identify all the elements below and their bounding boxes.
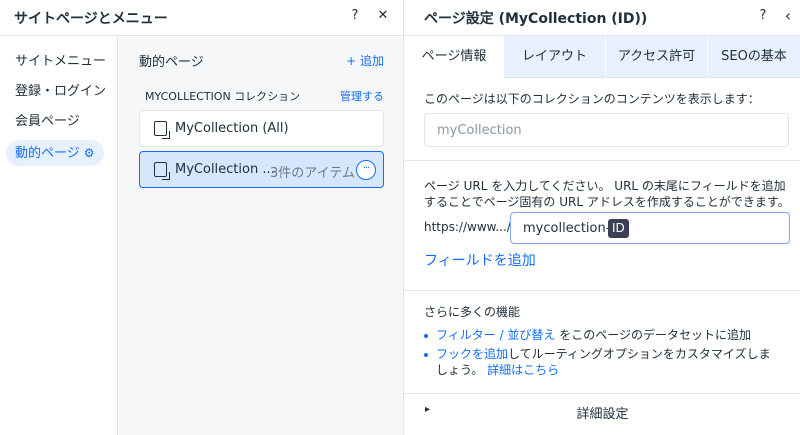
url-description-line2: することでページ固有の URL アドレスを作成することができます。 bbox=[424, 195, 790, 209]
filter-sort-text: をこのページのデータセットに追加 bbox=[559, 328, 752, 342]
more-features-title: さらに多くの機能 bbox=[424, 305, 521, 319]
manage-collection-link[interactable]: 管理する bbox=[340, 88, 384, 104]
sidebar-item-label: 登録・ログイン bbox=[15, 84, 107, 99]
right-panel-header: ページ設定 (MyCollection (ID)) ? ‹ bbox=[405, 0, 800, 36]
url-id-token[interactable]: ID bbox=[608, 219, 629, 238]
page-item-count: 3件のアイテム bbox=[270, 166, 355, 181]
divider bbox=[405, 290, 800, 291]
url-prefix: https://www.../ bbox=[424, 220, 511, 234]
collection-info-text: このページは以下のコレクションのコンテンツを表示します： bbox=[424, 92, 760, 106]
add-field-link[interactable]: フィールドを追加 bbox=[424, 250, 536, 270]
feature-bullet-hooks-continued: しょう。 詳細はこちら bbox=[424, 362, 559, 379]
learn-more-link[interactable]: 詳細はこちら bbox=[487, 363, 559, 377]
gear-icon[interactable]: ⚙ bbox=[84, 140, 95, 166]
url-description-line1: ページ URL を入力してください。 URL の末尾にフィールドを追加 bbox=[424, 179, 786, 193]
sidebar-item-site-menu[interactable]: サイトメニュー bbox=[6, 49, 115, 75]
site-pages-panel: サイトページとメニュー ? ✕ サイトメニュー 登録・ログイン 会員ページ 動的… bbox=[0, 0, 404, 435]
left-panel-header: サイトページとメニュー ? ✕ bbox=[0, 0, 403, 36]
collection-field-value: myCollection bbox=[437, 123, 522, 138]
help-icon[interactable]: ? bbox=[347, 8, 363, 23]
hooks-text-line1: してルーティングオプションをカスタマイズしま bbox=[508, 347, 771, 361]
tab-permissions[interactable]: アクセス許可 bbox=[606, 36, 708, 78]
add-page-link[interactable]: + 追加 bbox=[346, 52, 384, 69]
collection-section: このページは以下のコレクションのコンテンツを表示します： myCollectio… bbox=[405, 79, 800, 161]
sidebar-item-member-pages[interactable]: 会員ページ bbox=[6, 109, 89, 135]
bullet-dot bbox=[424, 353, 428, 357]
panel-title: サイトページとメニュー bbox=[14, 11, 168, 27]
settings-title: ページ設定 (MyCollection (ID)) bbox=[424, 11, 648, 27]
page-card-name: MyCollection (All) bbox=[175, 121, 289, 136]
hooks-text-line2: しょう。 bbox=[436, 363, 484, 377]
sidebar-item-label: サイトメニュー bbox=[15, 54, 107, 69]
close-icon[interactable]: ✕ bbox=[375, 8, 391, 23]
collection-label: MYCOLLECTION コレクション bbox=[145, 90, 301, 103]
advanced-settings-toggle[interactable]: ▸ 詳細設定 bbox=[405, 393, 800, 427]
section-title: 動的ページ bbox=[139, 55, 204, 70]
url-slug-input[interactable]: mycollection-1/ ID bbox=[510, 212, 790, 244]
bullet-dot bbox=[424, 334, 428, 338]
dynamic-pages-content: 動的ページ + 追加 MYCOLLECTION コレクション 管理する MyCo… bbox=[119, 37, 403, 435]
back-icon[interactable]: ‹ bbox=[780, 6, 796, 25]
page-settings-panel: ページ設定 (MyCollection (ID)) ? ‹ ページ情報 レイアウ… bbox=[405, 0, 800, 435]
tab-layout[interactable]: レイアウト bbox=[504, 36, 606, 78]
dynamic-page-icon bbox=[154, 121, 170, 139]
collection-field: myCollection bbox=[424, 113, 789, 147]
tab-seo[interactable]: SEOの基本 bbox=[708, 36, 800, 78]
sidebar-item-label: 会員ページ bbox=[15, 114, 80, 129]
advanced-settings-label: 詳細設定 bbox=[576, 407, 629, 422]
tab-page-info[interactable]: ページ情報 bbox=[405, 36, 504, 78]
sidebar-item-label: 動的ページ bbox=[15, 146, 80, 161]
sidebar-nav: サイトメニュー 登録・ログイン 会員ページ 動的ページ ⚙ bbox=[0, 37, 118, 435]
sidebar-item-dynamic-pages[interactable]: 動的ページ ⚙ bbox=[6, 140, 104, 166]
dynamic-page-icon bbox=[154, 162, 170, 180]
sidebar-item-signup-login[interactable]: 登録・ログイン bbox=[6, 79, 115, 105]
help-icon[interactable]: ? bbox=[755, 8, 771, 23]
page-card-name: MyCollection ... bbox=[175, 162, 275, 177]
filter-sort-link[interactable]: フィルター / 並び替え bbox=[436, 328, 555, 342]
feature-bullet-hooks: フックを追加してルーティングオプションをカスタマイズしま bbox=[424, 346, 794, 363]
page-card-item[interactable]: MyCollection ... 3件のアイテム ··· bbox=[139, 151, 384, 188]
feature-bullet-filter: フィルター / 並び替え をこのページのデータセットに追加 bbox=[424, 327, 751, 344]
settings-tabs: ページ情報 レイアウト アクセス許可 SEOの基本 bbox=[405, 36, 800, 78]
page-card-all[interactable]: MyCollection (All) bbox=[139, 110, 384, 147]
more-options-icon[interactable]: ··· bbox=[356, 160, 376, 180]
app-root: サイトページとメニュー ? ✕ サイトメニュー 登録・ログイン 会員ページ 動的… bbox=[0, 0, 800, 435]
add-hook-link[interactable]: フックを追加 bbox=[436, 347, 508, 361]
